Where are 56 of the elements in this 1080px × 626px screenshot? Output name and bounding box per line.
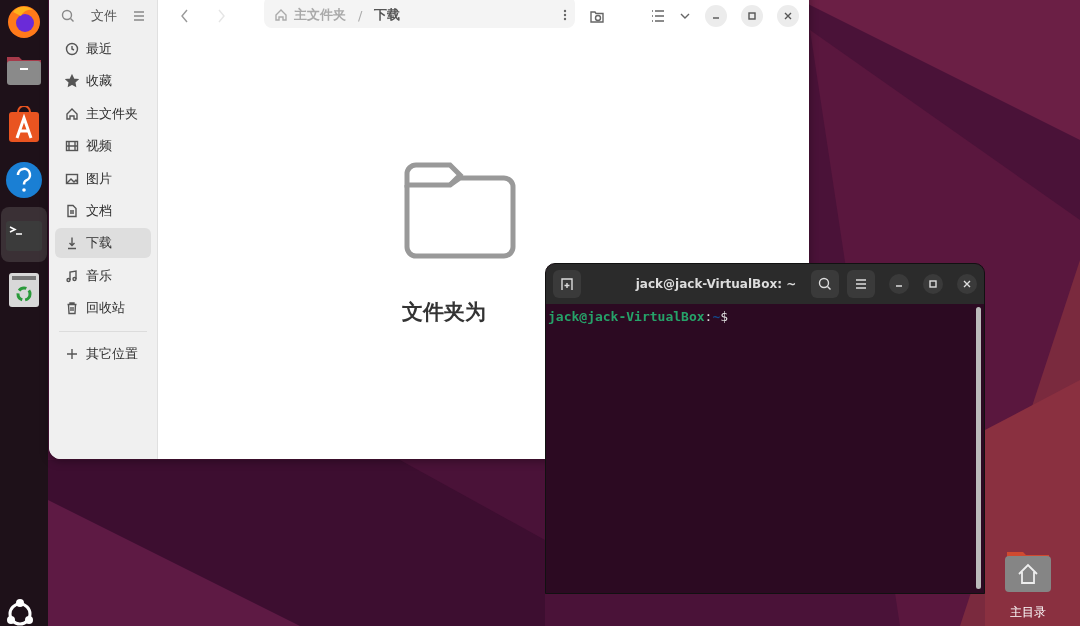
- search-folder-icon[interactable]: [589, 8, 605, 24]
- search-icon: [818, 277, 832, 291]
- menu-button[interactable]: [847, 270, 875, 298]
- chevron-left-icon: [180, 9, 190, 23]
- plus-icon: [65, 346, 79, 361]
- maximize-button[interactable]: [923, 274, 943, 294]
- trash-icon: [65, 301, 79, 316]
- sidebar-item[interactable]: 其它位置: [55, 338, 151, 369]
- maximize-icon: [928, 279, 938, 289]
- document-icon: [65, 203, 79, 218]
- music-note-icon: [65, 268, 79, 283]
- sidebar-item[interactable]: 音乐: [55, 260, 151, 291]
- help-icon[interactable]: [5, 160, 43, 199]
- sidebar-item[interactable]: 文档: [55, 195, 151, 226]
- sidebar-item[interactable]: 视频: [55, 131, 151, 162]
- chevron-right-icon: [216, 9, 226, 23]
- maximize-icon: [747, 11, 757, 21]
- sidebar-item[interactable]: 最近: [55, 34, 151, 64]
- home-icon: [274, 8, 288, 22]
- chevron-down-icon[interactable]: [679, 12, 691, 20]
- path-bar[interactable]: 主文件夹 / 下载: [264, 0, 575, 28]
- close-icon: [783, 11, 793, 21]
- sidebar-item[interactable]: 下载: [55, 228, 151, 259]
- desktop-icon-label: 主目录: [1010, 604, 1046, 621]
- list-view-icon[interactable]: [651, 10, 665, 22]
- minimize-button[interactable]: [705, 5, 727, 27]
- image-icon: [65, 171, 79, 186]
- close-icon: [962, 279, 972, 289]
- close-button[interactable]: [777, 5, 799, 27]
- home-icon: [65, 106, 79, 121]
- path-crumb[interactable]: 下载: [374, 6, 401, 24]
- scrollbar[interactable]: [976, 307, 981, 589]
- new-tab-button[interactable]: [553, 270, 581, 298]
- sidebar-title: 文件: [91, 7, 117, 25]
- sidebar-item[interactable]: 主文件夹: [55, 98, 151, 129]
- sidebar-item[interactable]: 图片: [55, 163, 151, 194]
- sidebar-item[interactable]: 回收站: [55, 293, 151, 324]
- star-icon: [65, 74, 79, 89]
- film-icon: [65, 139, 79, 154]
- folder-icon: [404, 162, 516, 260]
- new-tab-icon: [560, 277, 574, 291]
- download-icon: [65, 236, 79, 251]
- terminal-prompt: jack@jack-VirtualBox:~$: [548, 309, 730, 324]
- search-icon[interactable]: [61, 9, 75, 23]
- minimize-button[interactable]: [889, 274, 909, 294]
- close-button[interactable]: [957, 274, 977, 294]
- search-button[interactable]: [811, 270, 839, 298]
- clock-icon: [65, 42, 79, 56]
- empty-folder-message: 文件夹为: [402, 299, 486, 326]
- kebab-menu-icon[interactable]: [563, 9, 567, 21]
- path-separator: /: [358, 7, 363, 23]
- maximize-button[interactable]: [741, 5, 763, 27]
- menu-icon: [855, 279, 867, 289]
- ubuntu-logo-icon[interactable]: [4, 598, 36, 626]
- sidebar-item[interactable]: 收藏: [55, 66, 151, 97]
- window-title: jack@jack-VirtualBox: ~: [634, 277, 798, 291]
